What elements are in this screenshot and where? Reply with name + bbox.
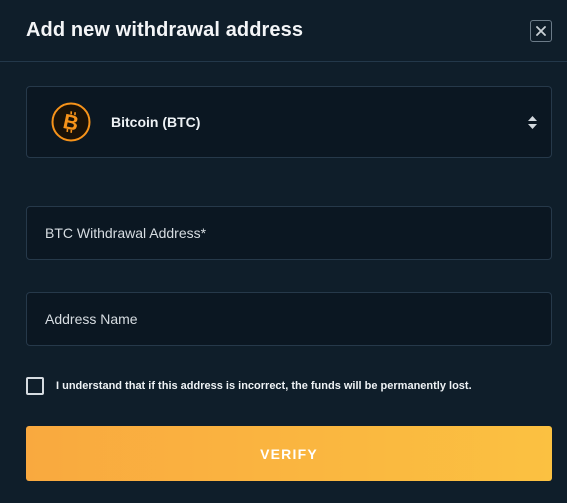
modal-header: Add new withdrawal address: [0, 0, 567, 62]
selected-currency: Bitcoin (BTC): [111, 114, 201, 130]
consent-checkbox[interactable]: [26, 377, 44, 395]
btc-address-input[interactable]: [27, 207, 551, 259]
consent-label: I understand that if this address is inc…: [56, 380, 472, 392]
modal-title: Add new withdrawal address: [26, 19, 304, 41]
consent-row: I understand that if this address is inc…: [26, 377, 472, 395]
btc-address-field[interactable]: [26, 206, 552, 260]
close-button[interactable]: [530, 19, 552, 42]
verify-button[interactable]: VERIFY: [26, 426, 552, 481]
bitcoin-icon: B: [51, 102, 91, 142]
sort-arrows-icon: [526, 115, 538, 129]
withdrawal-address-modal: Add new withdrawal address B Bitcoin (BT…: [0, 0, 567, 503]
address-name-input[interactable]: [27, 293, 551, 345]
currency-select[interactable]: B Bitcoin (BTC): [26, 86, 552, 158]
address-name-field[interactable]: [26, 292, 552, 346]
close-icon: [536, 25, 546, 36]
